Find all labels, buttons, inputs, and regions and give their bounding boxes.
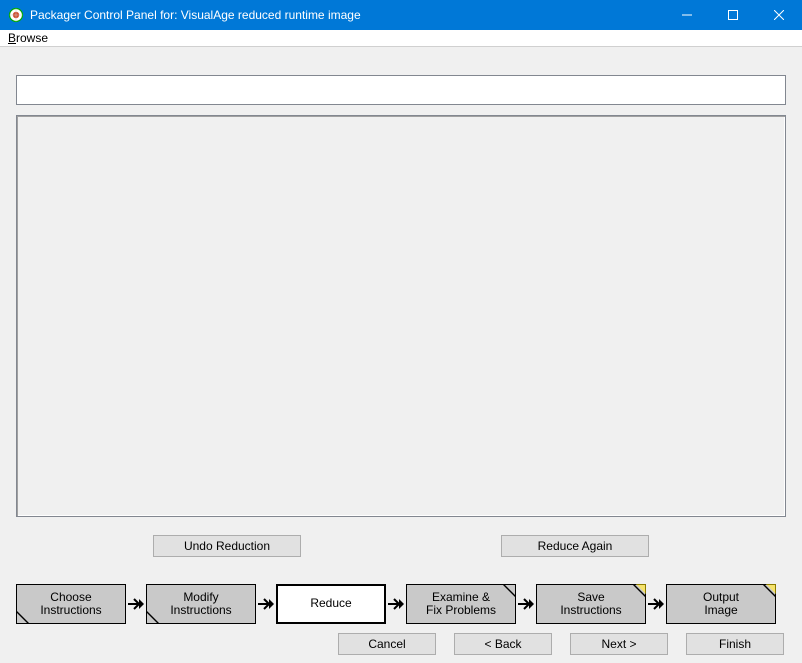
- step-examine[interactable]: Examine & Fix Problems: [406, 584, 516, 624]
- window-title: Packager Control Panel for: VisualAge re…: [30, 8, 361, 22]
- reduce-again-button[interactable]: Reduce Again: [501, 535, 649, 557]
- step-arrow-icon: [386, 597, 406, 611]
- maximize-button[interactable]: [710, 0, 756, 30]
- client-area: Undo Reduction Reduce Again Choose Instr…: [0, 47, 802, 663]
- back-button[interactable]: < Back: [454, 633, 552, 655]
- titlebar: Packager Control Panel for: VisualAge re…: [0, 0, 802, 30]
- step-label: Save Instructions: [560, 591, 621, 617]
- step-arrow-icon: [646, 597, 666, 611]
- step-choose[interactable]: Choose Instructions: [16, 584, 126, 624]
- mid-button-row: Undo Reduction Reduce Again: [16, 535, 786, 557]
- step-arrow-icon: [516, 597, 536, 611]
- menu-browse-rest: rowse: [16, 31, 48, 45]
- step-label: Examine & Fix Problems: [426, 591, 496, 617]
- results-list[interactable]: [16, 115, 786, 517]
- step-label: Choose Instructions: [40, 591, 101, 617]
- undo-reduction-button[interactable]: Undo Reduction: [153, 535, 301, 557]
- step-save[interactable]: Save Instructions: [536, 584, 646, 624]
- step-label: Reduce: [310, 597, 351, 610]
- menu-browse[interactable]: Browse: [4, 30, 52, 46]
- step-label: Output Image: [703, 591, 739, 617]
- app-icon: [8, 7, 24, 23]
- minimize-button[interactable]: [664, 0, 710, 30]
- wizard-steps: Choose Instructions Modify Instructions Re…: [16, 583, 786, 625]
- step-arrow-icon: [256, 597, 276, 611]
- step-output[interactable]: Output Image: [666, 584, 776, 624]
- status-textbox[interactable]: [16, 75, 786, 105]
- menubar: Browse: [0, 30, 802, 47]
- next-button[interactable]: Next >: [570, 633, 668, 655]
- step-label: Modify Instructions: [170, 591, 231, 617]
- close-button[interactable]: [756, 0, 802, 30]
- step-modify[interactable]: Modify Instructions: [146, 584, 256, 624]
- nav-buttons: Cancel < Back Next > Finish: [16, 633, 786, 655]
- step-arrow-icon: [126, 597, 146, 611]
- cancel-button[interactable]: Cancel: [338, 633, 436, 655]
- step-reduce[interactable]: Reduce: [276, 584, 386, 624]
- finish-button[interactable]: Finish: [686, 633, 784, 655]
